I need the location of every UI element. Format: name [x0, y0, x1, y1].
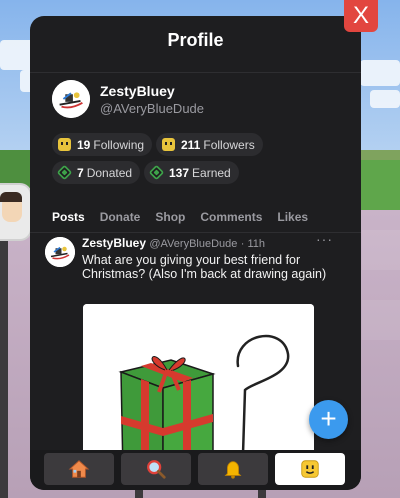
robux-icon [148, 164, 165, 181]
followers-count: 211 [181, 137, 201, 152]
nav-profile-button[interactable] [275, 453, 345, 485]
cloud [370, 90, 400, 108]
divider [30, 232, 361, 233]
sled-avatar-icon [45, 237, 75, 267]
pole [0, 240, 8, 498]
profile-tabs: Posts Donate Shop Comments Likes [52, 210, 323, 224]
nav-home-button[interactable] [44, 453, 114, 485]
earned-chip[interactable]: 137 Earned [144, 161, 239, 184]
divider [30, 72, 361, 73]
face-icon [58, 138, 71, 151]
create-post-button[interactable]: + [309, 400, 348, 439]
bottom-nav [30, 450, 361, 490]
username-handle: @AVeryBlueDude [100, 101, 205, 116]
face-icon [162, 138, 175, 151]
post-text: What are you giving your best friend for… [82, 253, 327, 281]
followers-chip[interactable]: 211 Followers [156, 133, 263, 156]
close-button[interactable]: X [344, 0, 378, 32]
donated-count: 7 [77, 165, 84, 180]
post-timestamp: · 11h [240, 238, 265, 250]
post-header: ZestyBluey @AVeryBlueDude · 11h [82, 236, 265, 250]
tab-shop[interactable]: Shop [155, 210, 185, 224]
following-label: Following [93, 137, 145, 152]
following-chip[interactable]: 19 Following [52, 133, 153, 156]
earned-label: Earned [192, 165, 231, 180]
more-options-icon[interactable]: ··· [316, 231, 333, 247]
gift-drawing [83, 304, 314, 474]
display-name: ZestyBluey [100, 83, 175, 99]
cloud [360, 60, 400, 86]
page-title: Profile [167, 30, 224, 50]
profile-panel: Profile ZestyBluey @AVeryBlueDude 19 Fol… [30, 16, 361, 490]
donated-chip[interactable]: 7 Donated [52, 161, 141, 184]
floor-tile [362, 300, 400, 340]
post-author-name[interactable]: ZestyBluey [82, 236, 146, 250]
tab-posts[interactable]: Posts [52, 210, 85, 224]
smiley-face-icon [301, 460, 319, 478]
robux-icon [56, 164, 73, 181]
home-icon [68, 460, 90, 478]
nav-notifications-button[interactable] [198, 453, 268, 485]
tab-donate[interactable]: Donate [100, 210, 141, 224]
earned-count: 137 [169, 165, 190, 180]
search-icon [147, 460, 166, 479]
post-image[interactable] [83, 304, 314, 474]
bell-icon [224, 461, 242, 479]
sled-avatar-icon [52, 80, 90, 118]
nav-search-button[interactable] [121, 453, 191, 485]
floor-tile [362, 230, 400, 270]
post-author-handle: @AVeryBlueDude [149, 238, 238, 250]
donated-label: Donated [86, 165, 133, 180]
tab-comments[interactable]: Comments [200, 210, 262, 224]
following-count: 19 [77, 137, 91, 152]
post-author-avatar[interactable] [45, 237, 75, 267]
profile-avatar[interactable] [52, 80, 90, 118]
followers-label: Followers [203, 137, 255, 152]
avatar-hair [0, 192, 22, 202]
tab-likes[interactable]: Likes [277, 210, 308, 224]
